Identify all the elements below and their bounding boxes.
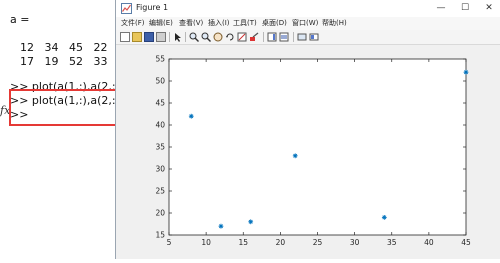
y-tick-label: 45 — [155, 99, 165, 108]
menu-window[interactable]: 窗口(W) — [292, 17, 318, 30]
menu-file[interactable]: 文件(F) — [121, 17, 145, 30]
y-tick-label: 30 — [155, 165, 165, 174]
x-tick-label: 45 — [461, 238, 471, 247]
y-tick-label: 25 — [155, 187, 165, 196]
toolbar-separator — [293, 32, 294, 42]
toolbar-separator — [169, 32, 170, 42]
x-tick-label: 40 — [424, 238, 434, 247]
data-point-marker — [188, 113, 194, 119]
close-button[interactable]: ✕ — [482, 2, 496, 14]
figure-menubar: 文件(F) 编辑(E) 查看(V) 插入(I) 工具(T) 桌面(D) 窗口(W… — [116, 17, 500, 30]
variable-name-line: a = — [10, 13, 30, 26]
y-tick-label: 15 — [155, 231, 165, 240]
minimize-button[interactable]: — — [434, 2, 448, 14]
figure-toolbar — [116, 30, 500, 45]
highlight-annotation-box — [9, 89, 128, 126]
x-tick-label: 35 — [387, 238, 397, 247]
rotate-icon[interactable] — [225, 32, 235, 42]
figure-title: Figure 1 — [136, 3, 169, 12]
pointer-icon[interactable] — [173, 32, 183, 42]
y-tick-label: 35 — [155, 143, 165, 152]
matlab-figure-icon — [121, 3, 132, 14]
save-icon[interactable] — [144, 32, 154, 42]
new-figure-icon[interactable] — [120, 32, 130, 42]
legend-icon[interactable] — [279, 32, 289, 42]
data-point-marker — [218, 223, 224, 229]
axes-box[interactable] — [168, 58, 467, 236]
x-tick-label: 20 — [276, 238, 286, 247]
scatter-chart[interactable]: 5 10 15 20 25 30 35 40 45 15 20 25 30 35 40 45 50 55 — [116, 45, 500, 259]
y-tick-label: 20 — [155, 209, 165, 218]
zoom-in-icon[interactable] — [189, 32, 199, 42]
data-point-marker — [248, 219, 254, 225]
menu-help[interactable]: 帮助(H) — [322, 17, 347, 30]
matrix-row-1: 12 34 45 22 8 — [20, 41, 129, 54]
figure-window[interactable]: Figure 1 — ☐ ✕ 文件(F) 编辑(E) 查看(V) 插入(I) 工… — [115, 0, 500, 259]
menu-insert[interactable]: 插入(I) — [208, 17, 230, 30]
data-cursor-icon[interactable] — [237, 32, 247, 42]
command-window[interactable]: a = 12 34 45 22 8 17 19 52 33 42 >> plot… — [0, 0, 143, 259]
print-icon[interactable] — [156, 32, 166, 42]
menu-view[interactable]: 查看(V) — [179, 17, 203, 30]
maximize-button[interactable]: ☐ — [458, 2, 472, 14]
menu-desktop[interactable]: 桌面(D) — [262, 17, 287, 30]
menu-edit[interactable]: 编辑(E) — [149, 17, 173, 30]
y-tick-label: 55 — [155, 55, 165, 64]
x-tick-label: 30 — [350, 238, 360, 247]
menu-tools[interactable]: 工具(T) — [233, 17, 257, 30]
y-tick-label: 50 — [155, 77, 165, 86]
data-point-marker — [463, 69, 469, 75]
x-tick-label: 5 — [167, 238, 172, 247]
show-plot-tools-icon[interactable] — [309, 32, 319, 42]
x-tick-label: 25 — [313, 238, 323, 247]
x-tick-label: 15 — [238, 238, 248, 247]
toolbar-separator — [185, 32, 186, 42]
plot-area: 5 10 15 20 25 30 35 40 45 15 20 25 30 35 40 45 50 55 — [116, 45, 500, 259]
y-tick-label: 40 — [155, 121, 165, 130]
open-file-icon[interactable] — [132, 32, 142, 42]
zoom-out-icon[interactable] — [201, 32, 211, 42]
figure-titlebar[interactable]: Figure 1 — ☐ ✕ — [116, 0, 500, 17]
colorbar-icon[interactable] — [267, 32, 277, 42]
x-tick-label: 10 — [201, 238, 211, 247]
pan-icon[interactable] — [213, 32, 223, 42]
toolbar-separator — [263, 32, 264, 42]
data-point-marker — [381, 215, 387, 220]
brush-icon[interactable] — [249, 32, 259, 42]
hide-plot-tools-icon[interactable] — [297, 32, 307, 42]
